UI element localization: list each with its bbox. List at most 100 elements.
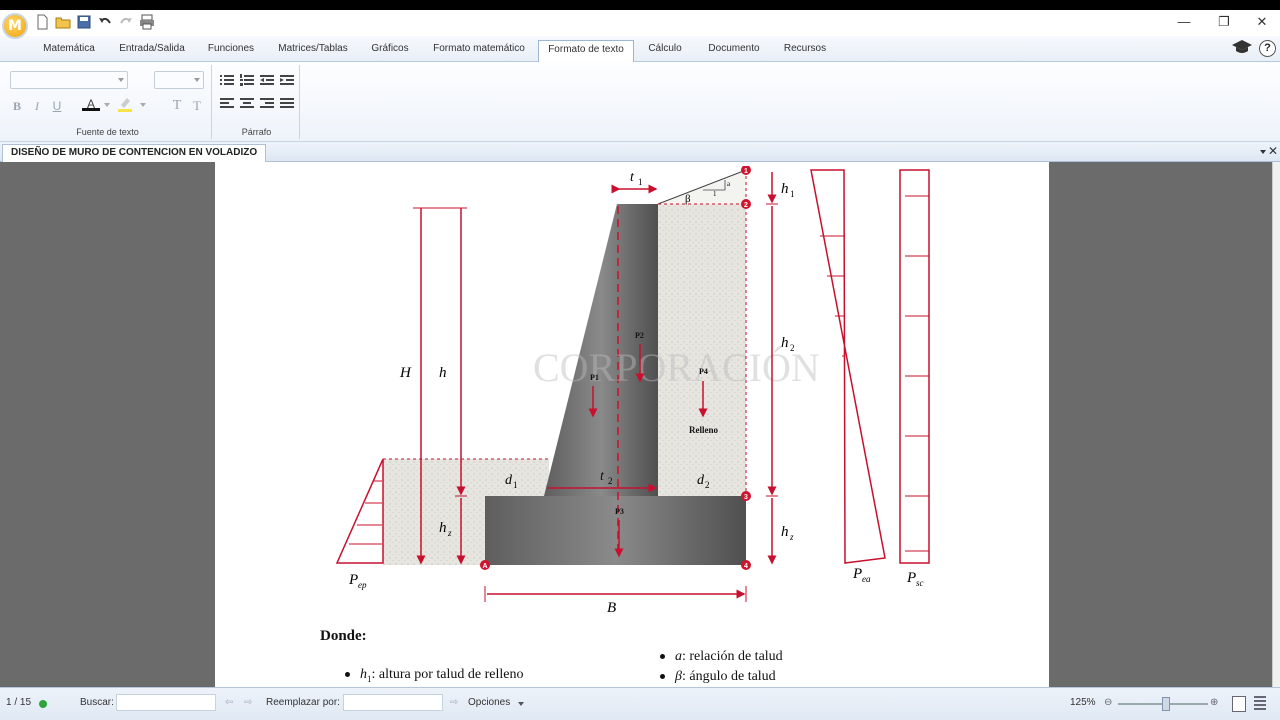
calculation-status-icon bbox=[39, 700, 47, 708]
replace-icon[interactable]: ⇨ bbox=[450, 697, 458, 708]
surcharge-arrows bbox=[905, 195, 929, 552]
decrease-indent-icon[interactable] bbox=[258, 73, 276, 91]
zoom-out-icon[interactable]: ⊖ bbox=[1104, 697, 1112, 708]
bold-button[interactable]: B bbox=[8, 97, 26, 115]
h2-label: h bbox=[781, 335, 789, 351]
font-family-combo[interactable] bbox=[10, 71, 128, 89]
align-right-icon[interactable] bbox=[258, 97, 276, 115]
options-dropdown-icon[interactable] bbox=[518, 702, 524, 706]
replace-input[interactable] bbox=[343, 694, 443, 711]
redo-icon[interactable] bbox=[118, 14, 134, 30]
tab-documento[interactable]: Documento bbox=[698, 40, 770, 62]
d1-sub-label: 1 bbox=[513, 480, 518, 490]
h2-sub-label: 2 bbox=[790, 343, 795, 353]
t2-sub-label: 2 bbox=[608, 476, 613, 486]
find-next-icon[interactable]: ⇨ bbox=[244, 697, 252, 708]
font-color-button[interactable]: A bbox=[82, 95, 100, 111]
Pep-label: P bbox=[348, 572, 358, 588]
title-bar: M — ❐ ✕ bbox=[0, 10, 1280, 39]
top-border bbox=[0, 0, 1280, 10]
print-icon[interactable] bbox=[139, 14, 155, 30]
align-center-icon[interactable] bbox=[238, 97, 256, 115]
new-file-icon[interactable] bbox=[34, 14, 50, 30]
restore-button[interactable]: ❐ bbox=[1204, 10, 1244, 36]
tab-formato-matematico[interactable]: Formato matemático bbox=[426, 40, 532, 62]
document-workspace[interactable]: CORPORACIÓN a 1 β t 1 t 2 H h h z h 1 h … bbox=[0, 162, 1272, 687]
italic-button[interactable]: I bbox=[28, 97, 46, 115]
tab-recursos[interactable]: Recursos bbox=[776, 40, 834, 62]
close-document-icon[interactable]: ✕ bbox=[1268, 144, 1278, 158]
save-icon[interactable] bbox=[76, 14, 92, 30]
options-button[interactable]: Opciones bbox=[468, 697, 510, 708]
tab-graficos[interactable]: Gráficos bbox=[362, 40, 418, 62]
zoom-slider-thumb[interactable] bbox=[1162, 697, 1170, 711]
zoom-in-icon[interactable]: ⊕ bbox=[1210, 697, 1218, 708]
document-page[interactable]: CORPORACIÓN a 1 β t 1 t 2 H h h z h 1 h … bbox=[215, 162, 1049, 687]
node-A-label: A bbox=[482, 563, 487, 570]
bullet-dot bbox=[660, 674, 665, 680]
quick-access-toolbar bbox=[34, 14, 155, 30]
highlight-color-button[interactable] bbox=[116, 95, 134, 113]
Pea-label: P bbox=[852, 566, 862, 582]
page-indicator: 1 / 15 bbox=[6, 697, 32, 708]
h-label: h bbox=[439, 365, 447, 381]
hz-right-sub-label: z bbox=[789, 532, 794, 542]
superscript-button[interactable]: T bbox=[168, 97, 186, 115]
d1-label: d bbox=[505, 473, 513, 488]
Pep-sub-label: ep bbox=[358, 580, 367, 590]
tab-funciones[interactable]: Funciones bbox=[200, 40, 262, 62]
align-left-icon[interactable] bbox=[218, 97, 236, 115]
font-size-combo[interactable] bbox=[154, 71, 204, 89]
beta-label: β bbox=[685, 193, 691, 205]
find-input[interactable] bbox=[116, 694, 216, 711]
t1-label: t bbox=[630, 170, 635, 185]
page-view-icon[interactable] bbox=[1232, 696, 1246, 712]
H-label: H bbox=[399, 365, 412, 381]
zoom-level: 125% bbox=[1070, 697, 1096, 708]
justify-icon[interactable] bbox=[278, 97, 296, 115]
close-button[interactable]: ✕ bbox=[1242, 10, 1280, 36]
d2-label: d bbox=[697, 473, 705, 488]
document-tab[interactable]: DISEÑO DE MURO DE CONTENCION EN VOLADIZO bbox=[2, 144, 267, 162]
tab-calculo[interactable]: Cálculo bbox=[640, 40, 690, 62]
vertical-scrollbar[interactable] bbox=[1272, 162, 1280, 687]
paragraph-group: Párrafo bbox=[214, 65, 300, 139]
help-icon[interactable]: ? bbox=[1259, 40, 1276, 57]
surcharge-pressure-diagram bbox=[899, 169, 930, 564]
slope-1-label: 1 bbox=[713, 190, 717, 198]
tab-matematica[interactable]: Matemática bbox=[34, 40, 104, 62]
find-prev-icon[interactable]: ⇦ bbox=[225, 697, 233, 708]
find-label: Buscar: bbox=[80, 697, 114, 708]
increase-indent-icon[interactable] bbox=[278, 73, 296, 91]
underline-button[interactable]: U bbox=[48, 97, 66, 115]
tab-matrices-tablas[interactable]: Matrices/Tablas bbox=[270, 40, 356, 62]
app-logo-button[interactable]: M bbox=[2, 13, 28, 39]
hz-left-label: h bbox=[439, 520, 447, 536]
bullet-list-icon[interactable] bbox=[218, 73, 236, 91]
font-color-dropdown-icon[interactable] bbox=[104, 103, 110, 107]
P2-label: P2 bbox=[635, 331, 644, 340]
open-folder-icon[interactable] bbox=[55, 14, 71, 30]
hz-left-sub-label: z bbox=[447, 528, 452, 538]
node-3-label: 3 bbox=[744, 494, 748, 501]
status-bar: 1 / 15 Buscar: ⇦ ⇨ Reemplazar por: ⇨ Opc… bbox=[0, 687, 1280, 720]
tab-formato-de-texto[interactable]: Formato de texto bbox=[538, 40, 634, 63]
node-1-label: 1 bbox=[744, 168, 748, 175]
highlight-dropdown-icon[interactable] bbox=[140, 103, 146, 107]
tab-entrada-salida[interactable]: Entrada/Salida bbox=[112, 40, 192, 62]
numbered-list-icon[interactable] bbox=[238, 73, 256, 91]
hz-right-label: h bbox=[781, 524, 789, 540]
active-pressure-arrows bbox=[820, 235, 845, 357]
subscript-button[interactable]: T bbox=[188, 97, 206, 115]
draft-view-icon[interactable] bbox=[1254, 696, 1266, 712]
minimize-button[interactable]: — bbox=[1164, 10, 1204, 36]
B-label: B bbox=[607, 600, 616, 616]
ribbon-tabs: Matemática Entrada/Salida Funciones Matr… bbox=[0, 36, 1280, 63]
node-2-label: 2 bbox=[744, 202, 748, 209]
graduation-cap-icon[interactable] bbox=[1231, 38, 1253, 59]
tab-list-dropdown-icon[interactable] bbox=[1260, 150, 1266, 154]
undo-icon[interactable] bbox=[97, 14, 113, 30]
retaining-wall-figure: CORPORACIÓN a 1 β t 1 t 2 H h h z h 1 h … bbox=[335, 165, 933, 622]
Pea-sub-label: ea bbox=[862, 574, 871, 584]
font-group-label: Fuente de texto bbox=[76, 127, 139, 137]
